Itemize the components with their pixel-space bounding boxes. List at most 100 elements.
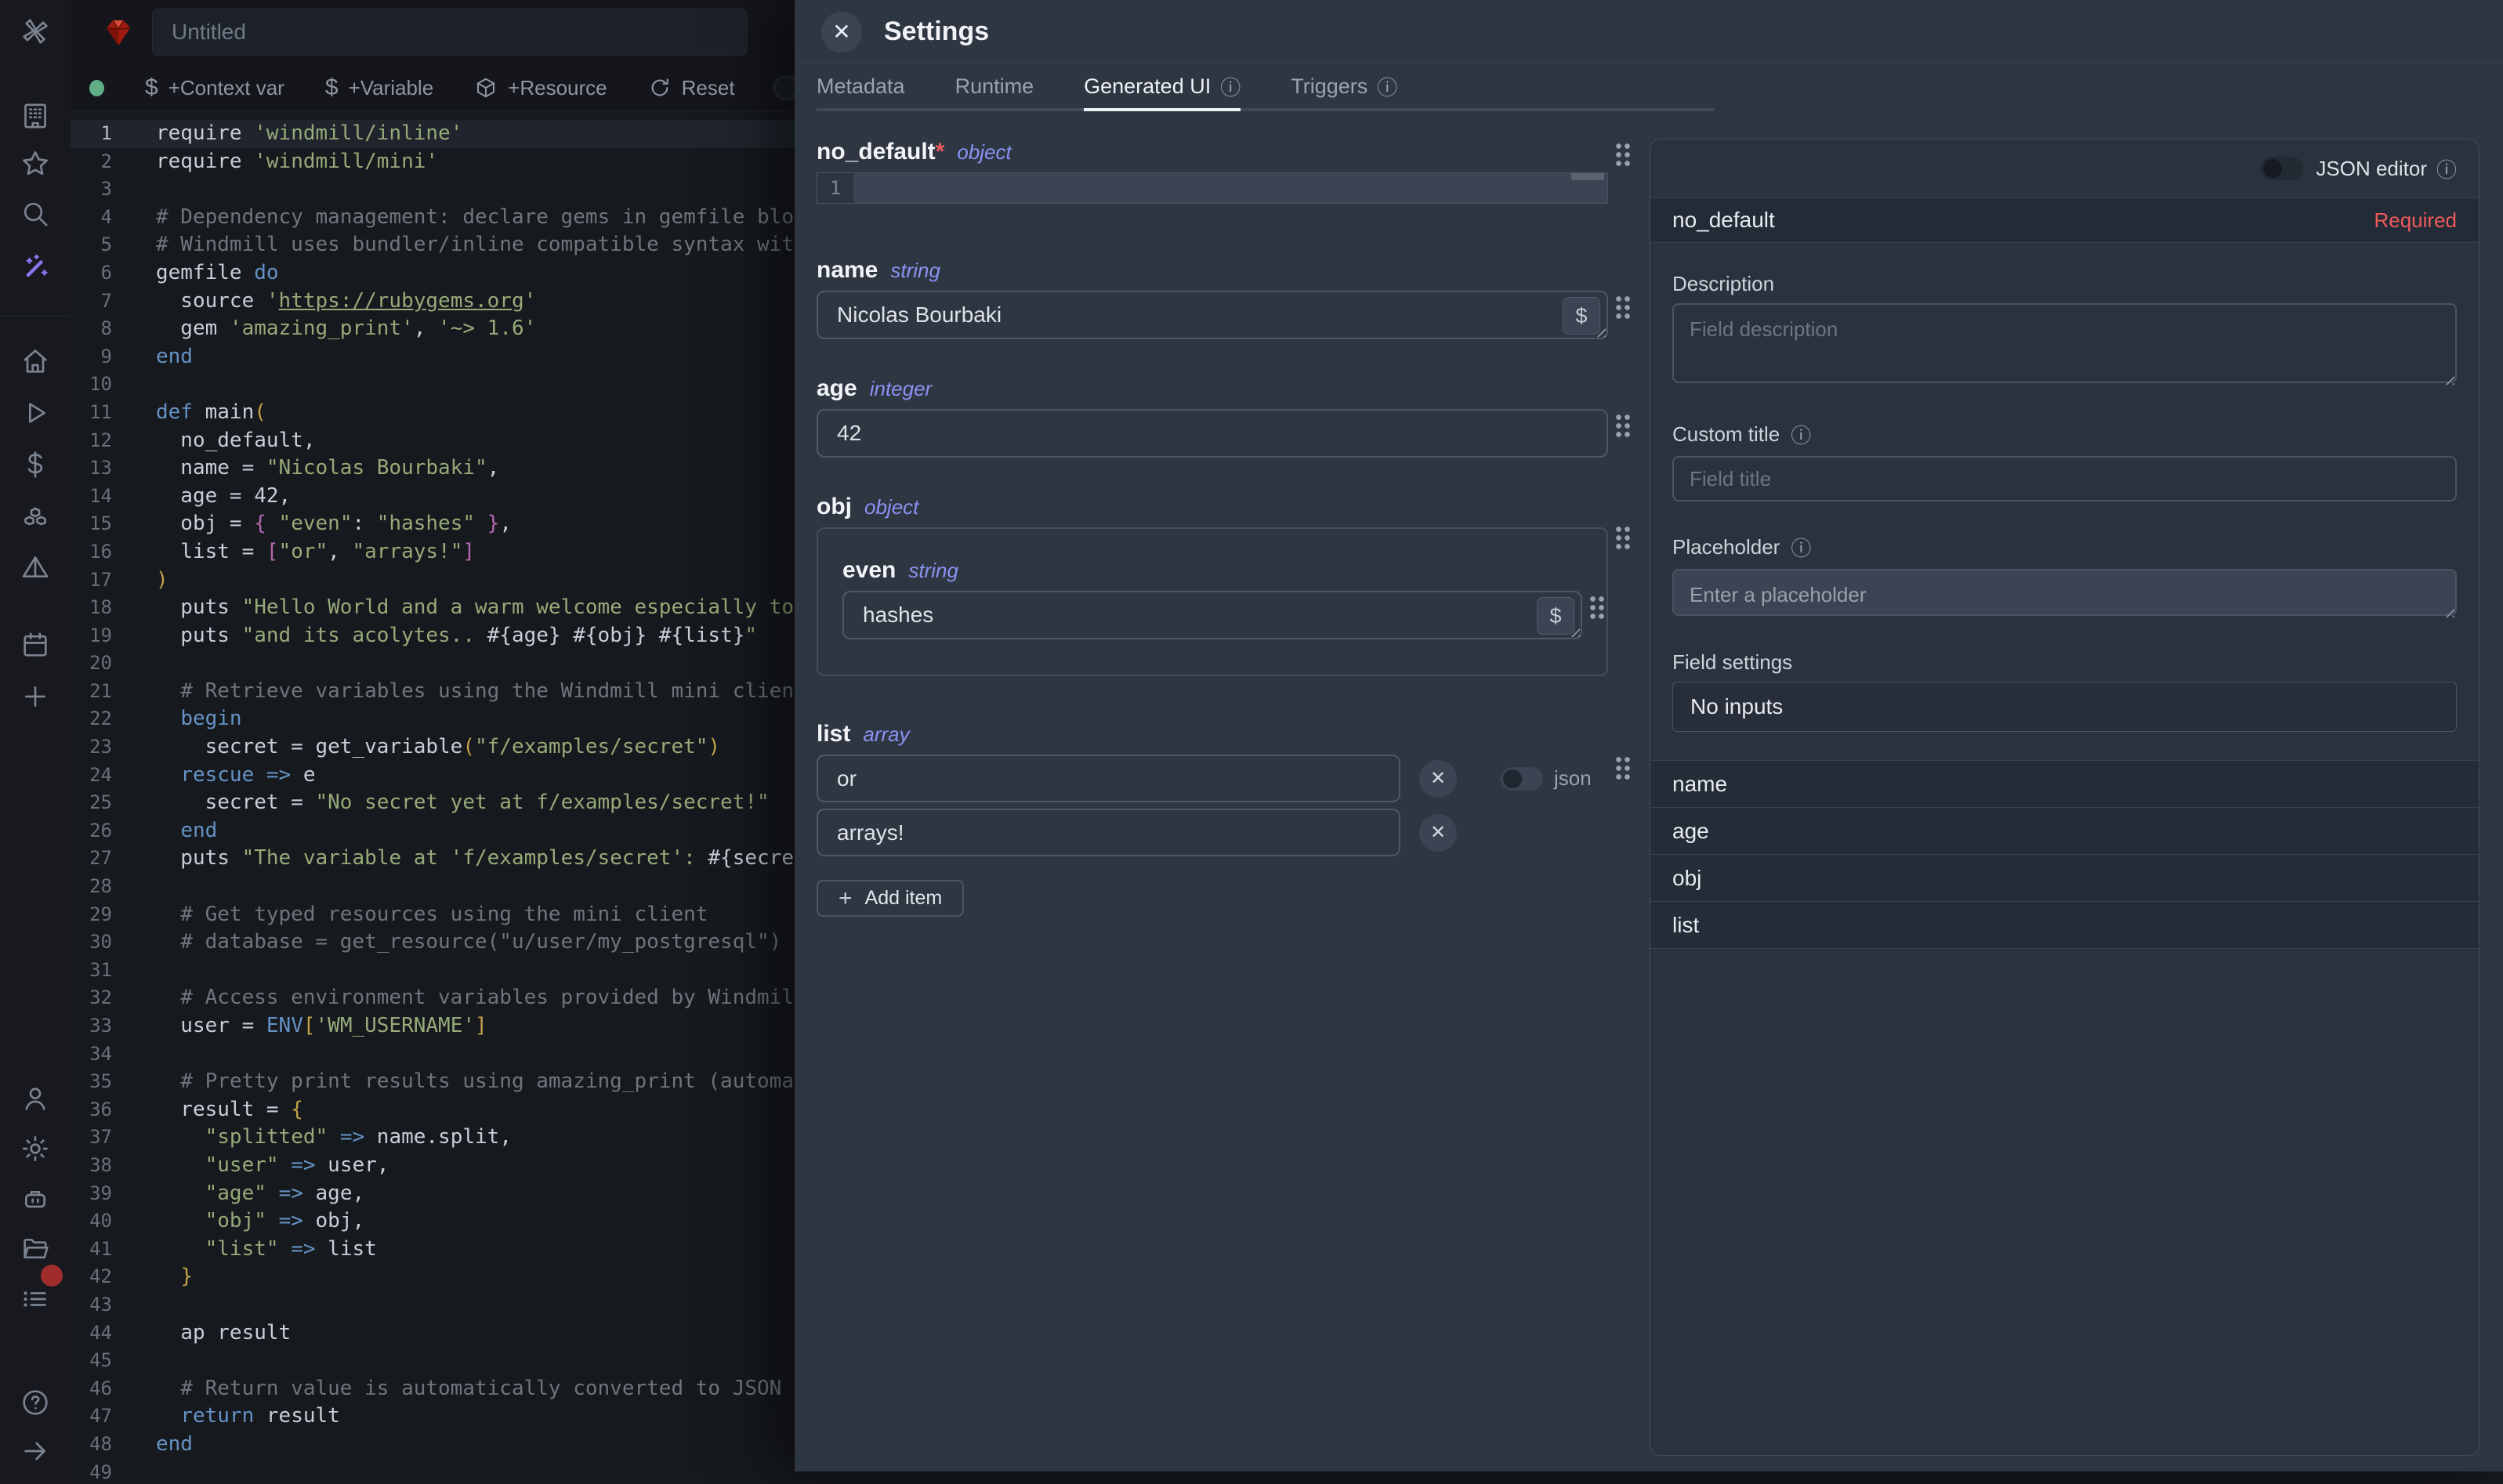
selected-field-name: no_default <box>1672 208 1775 233</box>
info-icon: ⓘ <box>1791 533 1811 562</box>
logs-list-icon[interactable] <box>19 1283 52 1316</box>
sidebar <box>0 0 71 1484</box>
insert-variable-button[interactable]: $ <box>1563 297 1600 335</box>
field-list: list array ✕ json ✕ + A <box>817 721 1608 917</box>
building-icon[interactable] <box>19 100 52 132</box>
search-icon[interactable] <box>19 197 52 230</box>
field-row-name[interactable]: name <box>1650 760 2479 807</box>
field-name-string: name string $ <box>817 257 1608 339</box>
field-type: object <box>957 140 1011 165</box>
field-type: string <box>890 259 940 283</box>
plus-icon[interactable] <box>19 680 52 713</box>
user-icon[interactable] <box>19 1082 52 1115</box>
form-column: no_default * object 1 name string <box>817 139 1608 1471</box>
status-dot <box>89 80 104 96</box>
ruby-language-icon <box>102 16 135 49</box>
add-item-button[interactable]: + Add item <box>817 880 964 917</box>
gear-icon[interactable] <box>19 1132 52 1165</box>
required-badge: Required <box>2374 208 2457 233</box>
star-icon[interactable] <box>19 147 52 180</box>
reset-icon <box>648 76 672 100</box>
drawer-header: ✕ Settings <box>795 0 2503 64</box>
info-icon: ⓘ <box>1220 72 1241 101</box>
drag-handle[interactable] <box>1614 525 1632 550</box>
close-icon[interactable]: ✕ <box>821 12 862 52</box>
editor-scrollbar[interactable] <box>1571 173 1604 180</box>
field-type: string <box>908 559 958 583</box>
tab-triggers[interactable]: Triggers ⓘ <box>1291 64 1397 111</box>
description-textarea[interactable] <box>1672 303 2457 383</box>
remove-item-icon[interactable]: ✕ <box>1419 760 1457 798</box>
drag-handle[interactable] <box>1614 142 1632 167</box>
age-input[interactable] <box>817 409 1608 458</box>
json-editor-toggle[interactable] <box>2261 157 2303 180</box>
windmill-logo-icon[interactable] <box>19 15 52 48</box>
tab-metadata[interactable]: Metadata <box>817 64 905 111</box>
drag-handle[interactable] <box>1588 595 1606 620</box>
list-item-input[interactable] <box>817 809 1400 856</box>
tab-generated-ui[interactable]: Generated UI ⓘ <box>1084 64 1241 111</box>
pyramid-icon[interactable] <box>19 551 52 584</box>
info-icon: ⓘ <box>1791 420 1811 449</box>
placeholder-label: Placeholder ⓘ <box>1672 533 2457 562</box>
magic-wand-icon[interactable] <box>19 252 52 284</box>
remove-item-icon[interactable]: ✕ <box>1419 814 1457 852</box>
help-icon[interactable] <box>19 1386 52 1419</box>
robot-icon[interactable] <box>19 1182 52 1215</box>
package-icon <box>474 76 498 100</box>
field-type: array <box>863 722 909 747</box>
panel-header: JSON editor ⓘ <box>1650 139 2479 198</box>
script-title-input[interactable] <box>152 9 748 56</box>
field-name: even <box>842 557 896 584</box>
even-input[interactable] <box>842 591 1582 639</box>
info-icon: ⓘ <box>1377 72 1397 101</box>
field-obj: obj object even string $ <box>817 494 1608 676</box>
add-context-var-button[interactable]: $ +Context var <box>145 74 284 101</box>
add-variable-button[interactable]: $ +Variable <box>325 74 433 101</box>
drag-handle[interactable] <box>1614 755 1632 780</box>
field-type: integer <box>870 377 933 401</box>
drag-handle[interactable] <box>1614 295 1632 320</box>
generated-ui-content: no_default * object 1 name string <box>795 110 2503 1471</box>
insert-variable-button[interactable]: $ <box>1537 597 1574 635</box>
field-row-age[interactable]: age <box>1650 807 2479 854</box>
windmill-app: $ +Context var $ +Variable +Resource Res… <box>0 0 2503 1484</box>
field-age: age integer <box>817 375 1608 458</box>
drag-handle[interactable] <box>1614 413 1632 438</box>
field-inspector-panel: JSON editor ⓘ no_default Required Descri… <box>1650 139 2479 1456</box>
arrow-right-icon[interactable] <box>19 1435 52 1468</box>
notification-badge <box>41 1265 63 1287</box>
json-toggle-label: json <box>1554 766 1592 791</box>
selected-field-row[interactable]: no_default Required <box>1650 198 2479 243</box>
folder-icon[interactable] <box>19 1232 52 1265</box>
settings-tabs: Metadata Runtime Generated UI ⓘ Triggers… <box>817 64 1715 111</box>
add-resource-button[interactable]: +Resource <box>474 76 607 100</box>
dollar-icon: $ <box>325 74 339 101</box>
play-icon[interactable] <box>19 396 52 429</box>
field-rows: name age obj list <box>1650 760 2479 949</box>
json-toggle[interactable] <box>1501 767 1543 791</box>
custom-title-input[interactable] <box>1672 456 2457 501</box>
name-input[interactable] <box>817 291 1608 339</box>
info-icon: ⓘ <box>2436 154 2457 183</box>
no-default-json-editor[interactable]: 1 <box>817 172 1608 204</box>
tab-runtime[interactable]: Runtime <box>955 64 1034 111</box>
cubes-icon[interactable] <box>19 500 52 533</box>
placeholder-textarea[interactable] <box>1672 569 2457 616</box>
json-editor-label: JSON editor <box>2316 157 2427 181</box>
calendar-icon[interactable] <box>19 628 52 661</box>
required-asterisk: * <box>936 139 945 165</box>
field-row-list[interactable]: list <box>1650 901 2479 949</box>
field-settings-label: Field settings <box>1672 650 2457 675</box>
drawer-title: Settings <box>884 16 989 47</box>
dollar-icon: $ <box>145 74 158 101</box>
list-item-input[interactable] <box>817 755 1400 802</box>
dollar-icon[interactable] <box>19 448 52 481</box>
field-no-default: no_default * object 1 <box>817 139 1608 204</box>
field-row-obj[interactable]: obj <box>1650 854 2479 901</box>
custom-title-label: Custom title ⓘ <box>1672 420 2457 449</box>
home-icon[interactable] <box>19 345 52 378</box>
field-name: age <box>817 375 857 402</box>
reset-button[interactable]: Reset <box>648 76 735 100</box>
field-type: object <box>864 495 918 519</box>
